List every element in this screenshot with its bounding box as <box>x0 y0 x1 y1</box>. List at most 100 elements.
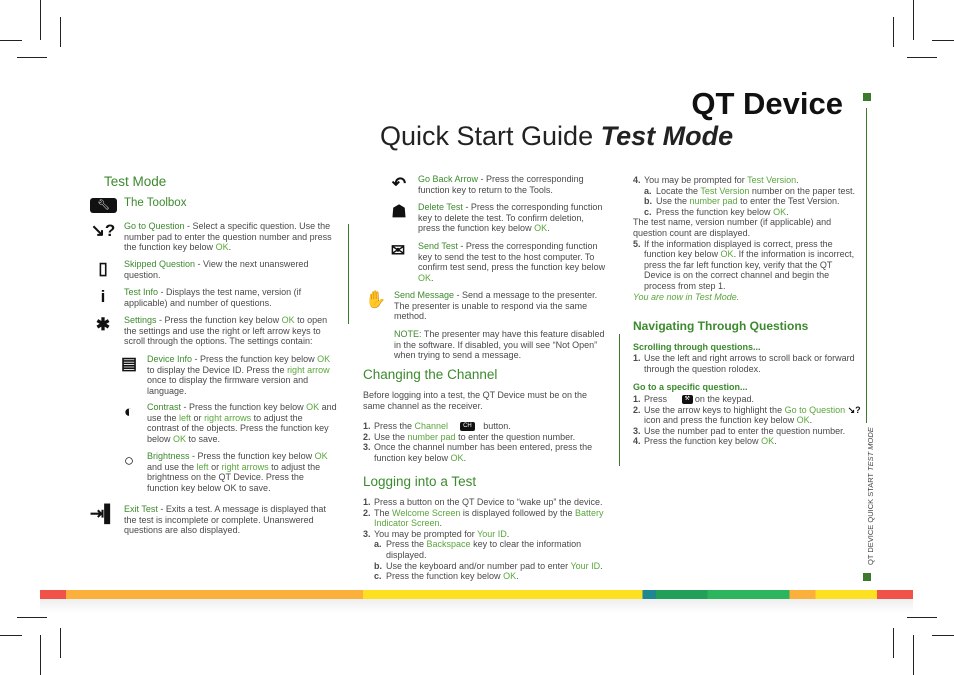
scrolling-subheading: Scrolling through questions... <box>633 342 761 352</box>
list-item: 2. Use the number pad to enter the questi… <box>363 432 608 443</box>
highlight-term: right arrows <box>204 412 252 423</box>
text-segment: button. <box>480 421 511 431</box>
text-segment: . <box>809 415 813 426</box>
text-segment: Use the <box>374 431 408 442</box>
side-label-text: QT DEVICE QUICK START <box>866 470 875 565</box>
highlight-term: OK <box>796 415 810 426</box>
text-segment: once to display the firmware version and… <box>147 375 309 396</box>
toolbox-item: NOTE: The presenter may have this featur… <box>394 329 612 361</box>
highlight-term: OK <box>215 242 229 253</box>
toolbox-item: Go to Question - Select a specific quest… <box>124 221 342 253</box>
text-segment: . <box>774 436 777 447</box>
text-segment: - Press the function key below <box>189 451 315 461</box>
list-item: a. Locate the Test Version number on the … <box>633 186 861 197</box>
list-number: c. <box>374 571 382 582</box>
list-text: Locate the Test Version number on the pa… <box>656 186 855 197</box>
highlight-term: Test Version <box>747 175 797 185</box>
list-item: 5. If the information displayed is correc… <box>633 239 861 292</box>
list-item: 4. Press the function key below OK. <box>633 436 861 447</box>
list-item: 1. Press ⚒ on the keypad. <box>633 394 861 405</box>
list-item: 3. You may be prompted for Your ID. <box>363 529 613 540</box>
side-label: QT DEVICE QUICK START TEST MODE <box>866 427 875 565</box>
text-segment: - Press the function key below <box>192 354 318 364</box>
list-text: Use the keyboard and/or number pad to en… <box>386 561 603 572</box>
navigating-heading: Navigating Through Questions <box>633 319 809 333</box>
list-item: a. Press the Backspace key to clear the i… <box>363 539 613 560</box>
text-segment: Press the <box>374 421 415 431</box>
divider <box>348 224 350 324</box>
highlight-term: Contrast <box>147 402 182 412</box>
crop-mark <box>893 17 894 47</box>
highlight-term: NOTE: <box>394 329 422 339</box>
text-segment: or <box>208 461 222 472</box>
text-segment: Press a button on the QT Device to “wake… <box>374 497 603 507</box>
divider <box>619 334 621 466</box>
changing-channel-heading: Changing the Channel <box>363 367 498 382</box>
section-heading-test-mode: Test Mode <box>104 174 167 189</box>
list-item: c. Press the function key below OK. <box>363 571 613 582</box>
highlight-term: Your ID <box>477 528 507 539</box>
wrench-key-icon: ⚒ <box>681 395 693 405</box>
highlight-term: Brightness <box>147 451 190 461</box>
highlight-term: Delete Test <box>418 202 463 212</box>
go-to-question-icon: ↘? <box>90 221 116 240</box>
login-steps: 1. Press a button on the QT Device to “wa… <box>363 497 613 582</box>
text-segment: Use the number pad to enter the question… <box>644 425 846 436</box>
list-number: 1. <box>363 497 371 507</box>
list-text: You may be prompted for Your ID. <box>374 529 509 540</box>
text-segment: Press the function key below <box>386 571 504 582</box>
toolbox-item: Send Test - Press the corresponding func… <box>418 241 610 283</box>
highlight-term: Exit Test <box>124 504 158 514</box>
crop-mark <box>913 635 914 675</box>
list-text: Press the function key below OK. <box>386 571 519 582</box>
list-text: Use the number pad to enter the Test Ver… <box>656 196 839 207</box>
list-number: b. <box>374 560 382 571</box>
text-segment: Once the channel number has been entered… <box>374 442 593 463</box>
toolbox-item: Delete Test - Press the corresponding fu… <box>418 202 603 234</box>
highlight-term: Test Info <box>124 287 159 297</box>
channel-key-icon: CH <box>460 422 475 432</box>
text-segment: You may be prompted for <box>374 528 478 539</box>
green-square <box>863 573 871 581</box>
text-segment: to enter the question number. <box>455 431 576 442</box>
toolbox-heading: The Toolbox <box>124 197 187 209</box>
band-shadow <box>40 599 913 613</box>
highlight-term: You are now in Test Mode. <box>633 291 740 302</box>
list-text: Use the number pad to enter the question… <box>644 426 845 437</box>
highlight-term: Channel <box>414 421 449 431</box>
text-segment: Use the keyboard and/or number pad to en… <box>386 560 571 571</box>
text-segment: . <box>463 452 467 463</box>
crop-mark <box>40 635 41 675</box>
highlight-term: Backspace <box>426 539 471 550</box>
highlight-term: Device Info <box>147 354 193 364</box>
list-text: Press the function key below OK. <box>656 207 789 218</box>
contrast-icon: ◐ <box>123 402 135 421</box>
hand-icon: ✋ <box>365 290 387 309</box>
list-item: The test name, version number (if applic… <box>633 217 861 238</box>
list-text: You are now in Test Mode. <box>633 292 739 303</box>
text-segment: - Press the function key below <box>156 315 282 325</box>
text-segment: Press the <box>386 539 427 550</box>
text-segment: The test name, version number (if applic… <box>633 217 832 238</box>
text-segment: . <box>431 272 434 283</box>
crop-mark <box>893 628 894 658</box>
subtitle-emphasis: Test Mode <box>600 121 734 151</box>
highlight-term: OK <box>317 354 331 364</box>
text-segment: . <box>600 560 603 571</box>
list-number: a. <box>374 539 382 550</box>
list-number: a. <box>644 185 652 196</box>
highlight-term: Your ID <box>570 560 601 571</box>
list-item: 2. The Welcome Screen is displayed follow… <box>363 508 613 529</box>
trash-icon: ☗ <box>391 202 407 221</box>
green-square <box>863 93 871 101</box>
list-text: The test name, version number (if applic… <box>633 217 861 238</box>
device-icon: ▤ <box>120 354 138 373</box>
highlight-term: OK <box>720 249 734 260</box>
list-text: If the information displayed is correct,… <box>644 239 861 292</box>
text-segment: . <box>796 175 799 185</box>
list-item: b. Use the keyboard and/or number pad to … <box>363 561 613 572</box>
list-number: 1. <box>633 353 641 363</box>
crop-mark <box>932 635 954 636</box>
crop-mark <box>913 0 914 40</box>
list-text: Press ⚒ on the keypad. <box>644 394 754 405</box>
